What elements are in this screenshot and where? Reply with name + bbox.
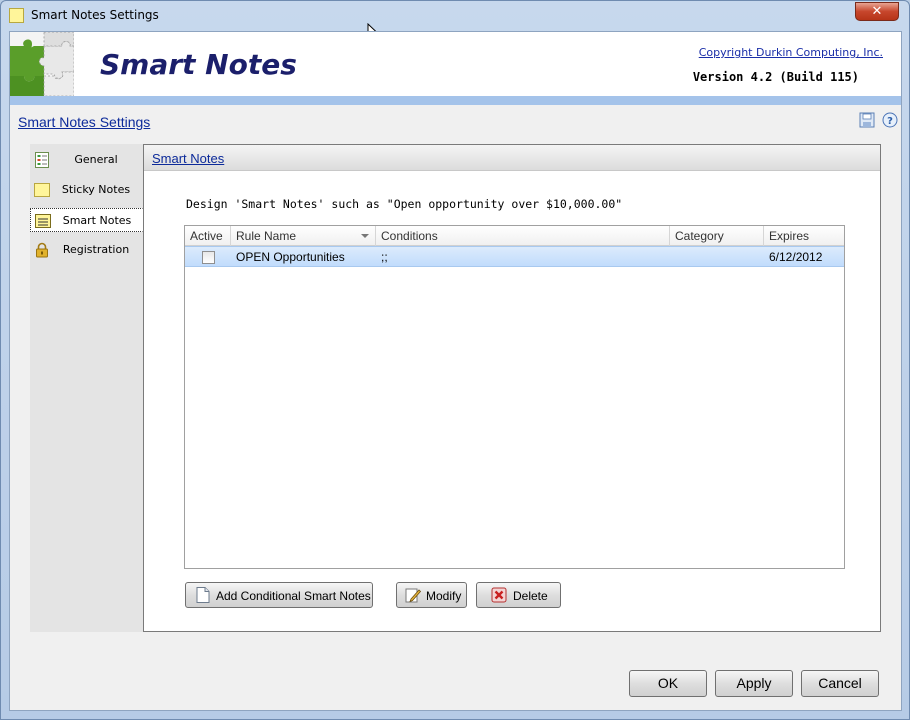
- settings-window: Smart Notes Settings ✕ Smart Notes Copyr…: [0, 0, 910, 720]
- close-button[interactable]: ✕: [855, 2, 899, 21]
- button-label: Add Conditional Smart Notes: [216, 589, 371, 603]
- panel-title-link[interactable]: Smart Notes: [152, 151, 224, 166]
- active-checkbox[interactable]: [202, 251, 215, 264]
- sort-descending-icon: [361, 234, 369, 238]
- sidebar-item-smart-notes[interactable]: Smart Notes: [30, 208, 143, 232]
- column-header-expires[interactable]: Expires: [764, 226, 844, 246]
- delete-button[interactable]: Delete: [476, 582, 561, 608]
- category-cell: [670, 247, 764, 267]
- delete-x-icon: [491, 587, 507, 603]
- version-label: Version 4.2 (Build 115): [692, 70, 859, 84]
- sidebar-item-registration[interactable]: Registration: [30, 238, 143, 262]
- column-header-conditions[interactable]: Conditions: [376, 226, 670, 246]
- ok-button[interactable]: OK: [629, 670, 707, 697]
- smart-notes-panel: Smart Notes Design 'Smart Notes' such as…: [143, 144, 881, 632]
- checklist-icon: [35, 152, 49, 168]
- column-header-rule-name[interactable]: Rule Name: [231, 226, 376, 246]
- panel-header: Smart Notes: [144, 145, 880, 171]
- app-title: Smart Notes: [100, 48, 297, 81]
- column-header-label: Rule Name: [236, 229, 297, 243]
- column-header-active[interactable]: Active: [185, 226, 231, 246]
- modify-button[interactable]: Modify: [396, 582, 467, 608]
- save-icon[interactable]: [859, 112, 875, 128]
- add-conditional-smart-notes-button[interactable]: Add Conditional Smart Notes: [185, 582, 373, 608]
- table-header: Active Rule Name Conditions Category Exp…: [185, 226, 844, 246]
- puzzle-logo-icon: [10, 32, 74, 96]
- settings-title-link[interactable]: Smart Notes Settings: [18, 114, 150, 130]
- sidebar-item-sticky-notes[interactable]: Sticky Notes: [30, 178, 143, 202]
- sidebar-item-general[interactable]: General: [30, 148, 143, 172]
- sidebar-item-label: Sticky Notes: [61, 183, 131, 196]
- settings-bar: Smart Notes Settings ?: [10, 105, 901, 133]
- panel-description: Design 'Smart Notes' such as "Open oppor…: [186, 197, 623, 211]
- sticky-note-icon: [34, 183, 50, 197]
- header-divider-band: [10, 96, 901, 105]
- edit-pencil-icon: [405, 588, 421, 603]
- dialog-client-area: Smart Notes Copyright Durkin Computing, …: [9, 31, 902, 711]
- help-icon[interactable]: ?: [882, 112, 898, 128]
- app-header: Smart Notes Copyright Durkin Computing, …: [10, 32, 901, 96]
- new-document-icon: [196, 587, 210, 603]
- button-label: Delete: [513, 589, 548, 603]
- sidebar-item-label: Registration: [62, 243, 130, 256]
- svg-text:?: ?: [887, 116, 893, 127]
- cancel-button[interactable]: Cancel: [801, 670, 879, 697]
- settings-sidebar: General Sticky Notes Smart Notes Registr…: [30, 144, 143, 632]
- conditions-cell: ;;: [381, 250, 388, 264]
- title-bar[interactable]: Smart Notes Settings ✕: [1, 1, 909, 31]
- rules-table[interactable]: Active Rule Name Conditions Category Exp…: [184, 225, 845, 569]
- expires-cell: 6/12/2012: [769, 250, 823, 264]
- sidebar-item-label: Smart Notes: [62, 214, 132, 227]
- sticky-note-icon: [9, 8, 24, 23]
- smart-note-icon: [35, 214, 51, 228]
- apply-button[interactable]: Apply: [715, 670, 793, 697]
- button-label: Modify: [426, 589, 462, 603]
- sidebar-item-label: General: [74, 153, 118, 166]
- copyright-link[interactable]: Copyright Durkin Computing, Inc.: [699, 46, 883, 59]
- column-header-category[interactable]: Category: [670, 226, 764, 246]
- lock-icon: [36, 242, 48, 258]
- window-title: Smart Notes Settings: [31, 8, 159, 22]
- table-row[interactable]: OPEN Opportunities ;; 6/12/2012: [185, 246, 844, 267]
- rule-name-cell: OPEN Opportunities: [236, 250, 345, 264]
